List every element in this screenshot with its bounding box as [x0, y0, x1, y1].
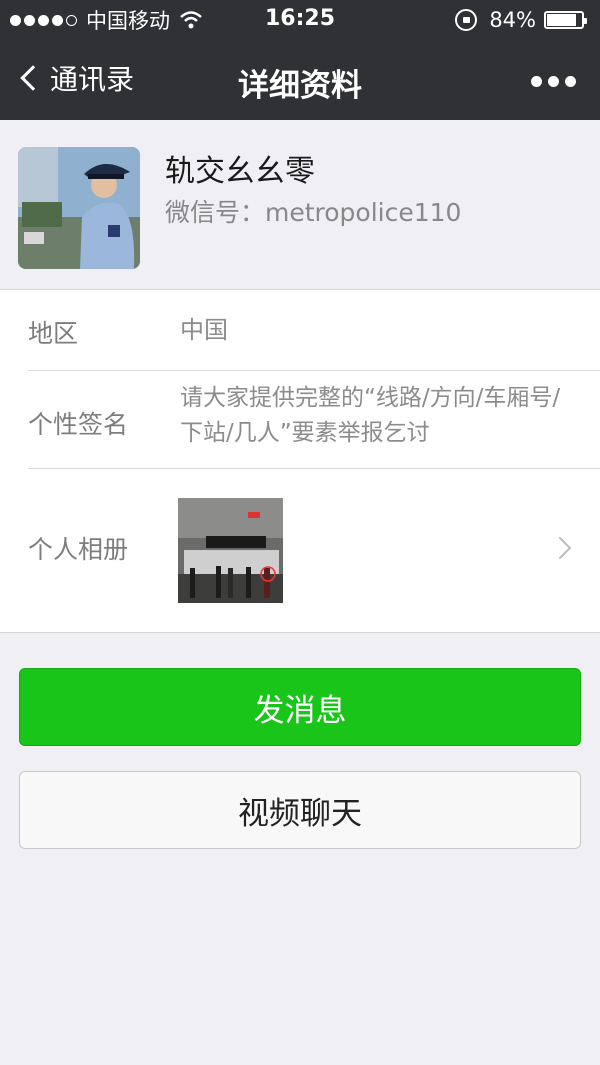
info-card: 地区 中国 个性签名 请大家提供完整的“线路/方向/车厢号/下站/几人”要素举报… [0, 290, 600, 633]
status-right: 84% [455, 8, 587, 32]
album-row[interactable]: 个人相册 [0, 469, 600, 633]
profile-name: 轨交幺幺零 [165, 154, 315, 189]
album-label: 个人相册 [28, 535, 129, 564]
signature-row: 个性签名 请大家提供完整的“线路/方向/车厢号/下站/几人”要素举报乞讨 [0, 371, 600, 468]
nav-bar: 通讯录 详细资料 [0, 40, 600, 120]
signature-label: 个性签名 [28, 410, 129, 439]
album-thumbnail[interactable] [178, 498, 283, 603]
battery-percent: 84% [489, 8, 536, 32]
wechat-id: 微信号：metropolice110 [165, 198, 462, 227]
video-chat-button[interactable]: 视频聊天 [19, 771, 581, 849]
status-bar: 中国移动 16:25 84% [0, 0, 600, 40]
signature-value: 请大家提供完整的“线路/方向/车厢号/下站/几人”要素举报乞讨 [180, 385, 561, 446]
battery-tip [584, 18, 587, 24]
profile-header: 轨交幺幺零 微信号：metropolice110 [0, 120, 600, 290]
album-photo [178, 498, 283, 603]
battery-icon [544, 11, 587, 29]
more-dot [548, 76, 559, 87]
battery-fill [547, 14, 576, 26]
avatar[interactable] [18, 147, 140, 269]
more-dots-icon[interactable] [525, 76, 576, 87]
region-row: 地区 中国 [0, 290, 600, 370]
more-dot [531, 76, 542, 87]
rotation-lock-icon [455, 9, 478, 31]
region-label: 地区 [28, 319, 79, 348]
region-value: 中国 [180, 316, 228, 344]
send-message-button[interactable]: 发消息 [19, 668, 581, 746]
avatar-image [18, 147, 140, 269]
page-title: 详细资料 [238, 68, 362, 104]
more-dot [565, 76, 576, 87]
